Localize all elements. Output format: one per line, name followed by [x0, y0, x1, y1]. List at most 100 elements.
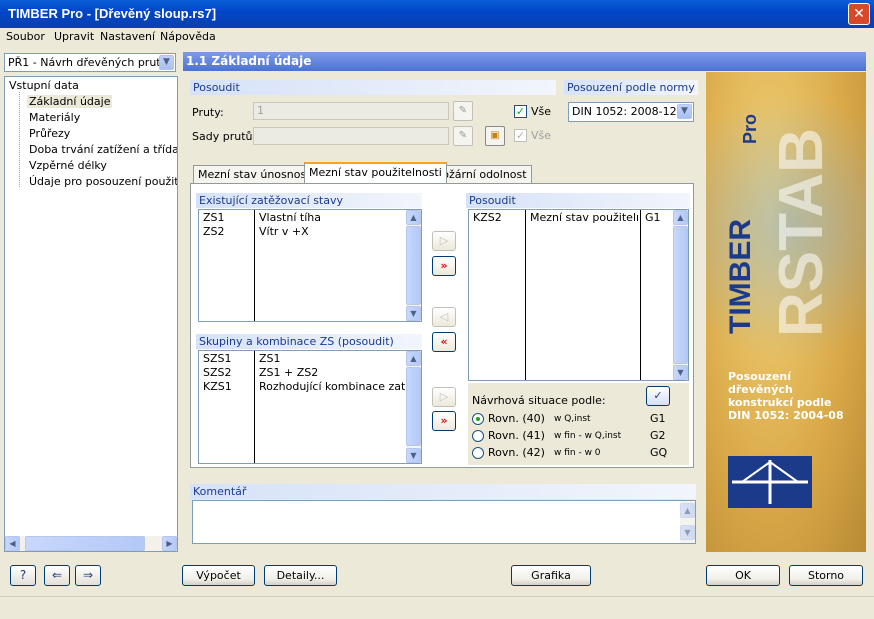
next-page-icon[interactable]: ⇒ [75, 565, 101, 586]
scroll-left-icon[interactable]: ◀ [5, 536, 20, 551]
radio-rovn-40[interactable] [472, 413, 484, 425]
list-item-name[interactable]: Rozhodující kombinace zatě: [259, 380, 405, 393]
list-item-name[interactable]: Vlastní tíha [259, 211, 321, 224]
move-all-right-button[interactable]: » [432, 256, 456, 276]
check-list[interactable]: KZS2 Mezní stav použitelnos G1 ▲ ▼ [468, 209, 689, 381]
pruty-label: Pruty: [192, 106, 224, 119]
chevron-down-icon[interactable]: ▼ [159, 55, 174, 70]
previous-page-icon[interactable]: ⇐ [44, 565, 70, 586]
brand-description: Posouzení dřevěných konstrukcí podle DIN… [728, 370, 844, 422]
title-bar: TIMBER Pro - [Dřevěný sloup.rs7] [0, 0, 874, 28]
comment-scrollbar[interactable]: ▲ ▼ [680, 501, 695, 543]
move-all-left-button[interactable]: « [432, 332, 456, 352]
scroll-up-icon[interactable]: ▲ [673, 210, 688, 225]
move-right-button[interactable]: ▷ [432, 231, 456, 251]
tree-root[interactable]: Vstupní data [9, 79, 79, 92]
new-set-icon[interactable]: ▣ [485, 126, 505, 146]
pick-sets-icon[interactable]: ✎ [453, 126, 473, 146]
tree-item-vzperne-delky[interactable]: Vzpěrné délky [29, 159, 107, 172]
scroll-thumb[interactable] [406, 367, 421, 446]
check-title: Posoudit [466, 193, 690, 208]
groups-scrollbar[interactable]: ▲ ▼ [406, 351, 421, 463]
scroll-down-icon[interactable]: ▼ [673, 365, 688, 380]
comment-title: Komentář [190, 484, 696, 499]
list-item-id[interactable]: ZS2 [203, 225, 225, 238]
list-item-id[interactable]: ZS1 [203, 211, 225, 224]
radio-rovn-42[interactable] [472, 447, 484, 459]
tree-item-udaje-pouzitelnost[interactable]: Údaje pro posouzení použitelnc [29, 175, 177, 188]
vse-sets-label: Vše [531, 129, 552, 142]
brand-timber-text: TIMBER [724, 219, 757, 334]
scroll-thumb[interactable] [673, 226, 688, 364]
tree-item-materialy[interactable]: Materiály [29, 111, 80, 124]
list-item-code[interactable]: G1 [645, 211, 661, 224]
sady-input[interactable] [253, 127, 449, 145]
move-left-button[interactable]: ◁ [432, 307, 456, 327]
list-item-id[interactable]: KZS1 [203, 380, 232, 393]
grafika-button[interactable]: Grafika [511, 565, 591, 586]
scroll-up-icon[interactable]: ▲ [406, 351, 421, 366]
detaily-button[interactable]: Detaily... [264, 565, 337, 586]
list-item-name[interactable]: Mezní stav použitelnos [530, 211, 638, 224]
menu-soubor[interactable]: Soubor [6, 30, 45, 43]
move-group-all-right-button[interactable]: » [432, 411, 456, 431]
tree-horizontal-scrollbar[interactable]: ◀ ▶ [5, 536, 177, 551]
rovn-42-code: GQ [650, 446, 668, 459]
existing-list[interactable]: ZS1 Vlastní tíha ZS2 Vítr v +X ▲ ▼ [198, 209, 422, 322]
tree-item-zakladni-udaje[interactable]: Základní údaje [27, 95, 113, 108]
posoudit-group-title: Posoudit [190, 80, 556, 95]
scroll-up-icon[interactable]: ▲ [406, 210, 421, 225]
vse-checkbox[interactable]: ✓ [514, 105, 527, 118]
scroll-thumb[interactable] [406, 226, 421, 305]
situation-check-icon[interactable]: ✓ [646, 386, 670, 406]
scroll-right-icon[interactable]: ▶ [162, 536, 177, 551]
list-item-name[interactable]: ZS1 [259, 352, 281, 365]
rovn-41-code: G2 [650, 429, 666, 442]
menu-bar: Soubor Upravit Nastavení Nápověda [0, 28, 874, 46]
scroll-thumb[interactable] [25, 536, 145, 551]
tree-item-prurezy[interactable]: Průřezy [29, 127, 70, 140]
rovn-41-formula: w fin - w Q,inst [554, 431, 622, 441]
check-scrollbar[interactable]: ▲ ▼ [673, 210, 688, 380]
tab-mezni-stav-pouzitelnosti[interactable]: Mezní stav použitelnosti [304, 162, 447, 183]
vypocet-button[interactable]: Výpočet [182, 565, 255, 586]
menu-napoveda[interactable]: Nápověda [160, 30, 216, 43]
existing-scrollbar[interactable]: ▲ ▼ [406, 210, 421, 321]
list-item-name[interactable]: ZS1 + ZS2 [259, 366, 318, 379]
pick-members-icon[interactable]: ✎ [453, 101, 473, 121]
pruty-input[interactable]: 1 [253, 102, 449, 120]
ok-button[interactable]: OK [706, 565, 780, 586]
radio-rovn-41[interactable] [472, 430, 484, 442]
comment-field[interactable]: ▲ ▼ [192, 500, 696, 544]
menu-nastaveni[interactable]: Nastavení [100, 30, 155, 43]
list-item-id[interactable]: SZS2 [203, 366, 232, 379]
scroll-up-icon[interactable]: ▲ [680, 503, 695, 518]
tree-item-doba-trvani[interactable]: Doba trvání zatížení a třída pro [29, 143, 177, 156]
groups-list[interactable]: SZS1 ZS1 SZS2 ZS1 + ZS2 KZS1 Rozhodující… [198, 350, 422, 464]
rovn-41-label: Rovn. (41) [488, 429, 545, 442]
norma-group-title: Posouzení podle normy [564, 80, 698, 95]
scroll-down-icon[interactable]: ▼ [406, 306, 421, 321]
norma-select[interactable]: DIN 1052: 2008-12 ▼ [568, 102, 694, 122]
move-group-right-button[interactable]: ▷ [432, 387, 456, 407]
brand-panel: RSTAB TIMBER Pro Posouzení dřevěných kon… [706, 72, 866, 552]
close-icon[interactable]: ✕ [848, 3, 870, 25]
storno-button[interactable]: Storno [789, 565, 863, 586]
brand-rstab-text: RSTAB [767, 128, 836, 337]
menu-upravit[interactable]: Upravit [54, 30, 94, 43]
list-item-id[interactable]: SZS1 [203, 352, 232, 365]
help-icon[interactable]: ? [10, 565, 36, 586]
tab-mezni-stav-unosnosti[interactable]: Mezní stav únosnosti [193, 165, 319, 183]
scroll-down-icon[interactable]: ▼ [406, 448, 421, 463]
list-item-name[interactable]: Vítr v +X [259, 225, 309, 238]
rovn-40-formula: w Q,inst [554, 414, 591, 424]
sady-label: Sady prutů: [192, 130, 257, 143]
vse-sets-checkbox[interactable]: ✓ [514, 129, 527, 142]
list-item-id[interactable]: KZS2 [473, 211, 502, 224]
chevron-down-icon[interactable]: ▼ [677, 104, 692, 119]
vse-label: Vše [531, 105, 552, 118]
scroll-down-icon[interactable]: ▼ [680, 525, 695, 540]
navigator-combo[interactable]: PŘ1 - Návrh dřevěných prutů ▼ [4, 53, 176, 72]
window-title: TIMBER Pro - [Dřevěný sloup.rs7] [8, 6, 217, 21]
situation-label: Návrhová situace podle: [472, 394, 606, 407]
